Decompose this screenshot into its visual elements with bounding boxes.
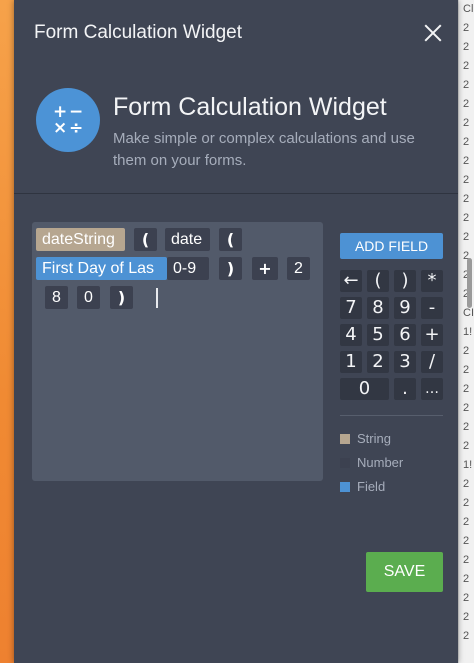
background-cell: 2 bbox=[463, 22, 470, 34]
background-cell: 2 bbox=[463, 364, 470, 376]
key-divide[interactable]: / bbox=[421, 351, 443, 373]
key-7[interactable]: 7 bbox=[340, 297, 362, 319]
token-open-paren[interactable]: ( bbox=[134, 228, 157, 251]
key-4[interactable]: 4 bbox=[340, 324, 362, 346]
background-cell: 2 bbox=[463, 440, 470, 452]
widget-title: Form Calculation Widget bbox=[113, 93, 387, 121]
key-2[interactable]: 2 bbox=[367, 351, 389, 373]
background-cell: 2 bbox=[463, 630, 470, 642]
key-9[interactable]: 9 bbox=[394, 297, 416, 319]
background-cell: 2 bbox=[463, 212, 470, 224]
background-page-right-column: Cl222222222222222CI1!2222221!222222222 bbox=[458, 0, 474, 663]
token-open-paren[interactable]: ( bbox=[219, 228, 242, 251]
key-plus[interactable]: + bbox=[421, 324, 443, 346]
background-cell: 2 bbox=[463, 611, 470, 623]
background-cell: 2 bbox=[463, 421, 470, 433]
background-cell: 2 bbox=[463, 155, 470, 167]
background-cell: 2 bbox=[463, 573, 470, 585]
minus-glyph: − bbox=[69, 102, 84, 122]
token-field[interactable]: First Day of Las bbox=[36, 257, 167, 280]
background-cell: 2 bbox=[463, 231, 470, 243]
background-cell: 2 bbox=[463, 478, 470, 490]
key-0[interactable]: 0 bbox=[340, 378, 389, 400]
background-cell: 2 bbox=[463, 535, 470, 547]
background-cell: 1! bbox=[463, 326, 473, 338]
background-cell: 1! bbox=[463, 459, 473, 471]
save-button[interactable]: SAVE bbox=[366, 552, 443, 592]
token-number[interactable]: 8 bbox=[45, 286, 68, 309]
background-cell: 2 bbox=[463, 41, 470, 53]
key-close-paren[interactable]: ) bbox=[394, 270, 416, 292]
key-open-paren[interactable]: ( bbox=[367, 270, 389, 292]
widget-header: + − × ÷ Form Calculation Widget Make sim… bbox=[14, 68, 458, 194]
legend-swatch-string bbox=[340, 434, 350, 444]
divide-glyph: ÷ bbox=[69, 118, 84, 138]
background-cell: Cl bbox=[463, 3, 474, 15]
key-minus[interactable]: - bbox=[421, 297, 443, 319]
text-caret bbox=[156, 288, 158, 308]
background-cell: 2 bbox=[463, 117, 470, 129]
widget-description: Make simple or complex calculations and … bbox=[113, 130, 415, 169]
keypad-divider bbox=[340, 415, 443, 416]
background-cell: 2 bbox=[463, 383, 470, 395]
background-cell: 2 bbox=[463, 136, 470, 148]
background-cell: 2 bbox=[463, 98, 470, 110]
background-page-left-edge bbox=[0, 0, 14, 663]
formula-editor[interactable]: dateString ( date ( First Day of Las 0-9… bbox=[32, 222, 323, 481]
key-8[interactable]: 8 bbox=[367, 297, 389, 319]
background-cell: 2 bbox=[463, 592, 470, 604]
token-string[interactable]: dateString bbox=[36, 228, 125, 251]
key-6[interactable]: 6 bbox=[394, 324, 416, 346]
token-number[interactable]: 2 bbox=[287, 257, 310, 280]
token-close-paren[interactable]: ) bbox=[110, 286, 133, 309]
key-decimal[interactable]: . bbox=[394, 378, 416, 400]
key-3[interactable]: 3 bbox=[394, 351, 416, 373]
add-field-button[interactable]: ADD FIELD bbox=[340, 233, 443, 259]
background-column-text: Cl222222222222222CI1!2222221!222222222 bbox=[459, 0, 474, 642]
background-cell: 2 bbox=[463, 174, 470, 186]
calculation-widget-dialog: Form Calculation Widget + − × ÷ Form Cal… bbox=[14, 0, 458, 663]
close-icon[interactable] bbox=[420, 20, 446, 46]
legend-label: Number bbox=[357, 455, 404, 470]
dialog-title: Form Calculation Widget bbox=[34, 22, 243, 43]
token-plus[interactable]: + bbox=[252, 257, 278, 280]
legend-swatch-number bbox=[340, 458, 350, 468]
legend-label: String bbox=[357, 431, 391, 446]
ellipsis-icon[interactable]: … bbox=[421, 378, 443, 400]
calculator-icon: + − × ÷ bbox=[36, 88, 100, 152]
background-cell: 2 bbox=[463, 516, 470, 528]
background-cell: 2 bbox=[463, 554, 470, 566]
token-function[interactable]: date bbox=[165, 228, 210, 251]
key-multiply[interactable]: * bbox=[421, 270, 443, 292]
plus-glyph: + bbox=[53, 102, 68, 122]
legend-swatch-field bbox=[340, 482, 350, 492]
background-cell: 2 bbox=[463, 402, 470, 414]
token-close-paren[interactable]: ) bbox=[219, 257, 242, 280]
times-glyph: × bbox=[53, 118, 68, 138]
key-1[interactable]: 1 bbox=[340, 351, 362, 373]
background-cell: 2 bbox=[463, 60, 470, 72]
dialog-titlebar: Form Calculation Widget bbox=[14, 0, 458, 68]
token-number[interactable]: 0 bbox=[77, 286, 100, 309]
token-number[interactable]: 0-9 bbox=[167, 257, 209, 280]
key-5[interactable]: 5 bbox=[367, 324, 389, 346]
background-cell: 2 bbox=[463, 497, 470, 509]
background-cell: 2 bbox=[463, 193, 470, 205]
background-scrollbar[interactable] bbox=[467, 258, 472, 308]
background-cell: 2 bbox=[463, 345, 470, 357]
legend-label: Field bbox=[357, 479, 386, 494]
backspace-arrow-icon[interactable]: ← bbox=[340, 270, 362, 292]
background-cell: 2 bbox=[463, 79, 470, 91]
